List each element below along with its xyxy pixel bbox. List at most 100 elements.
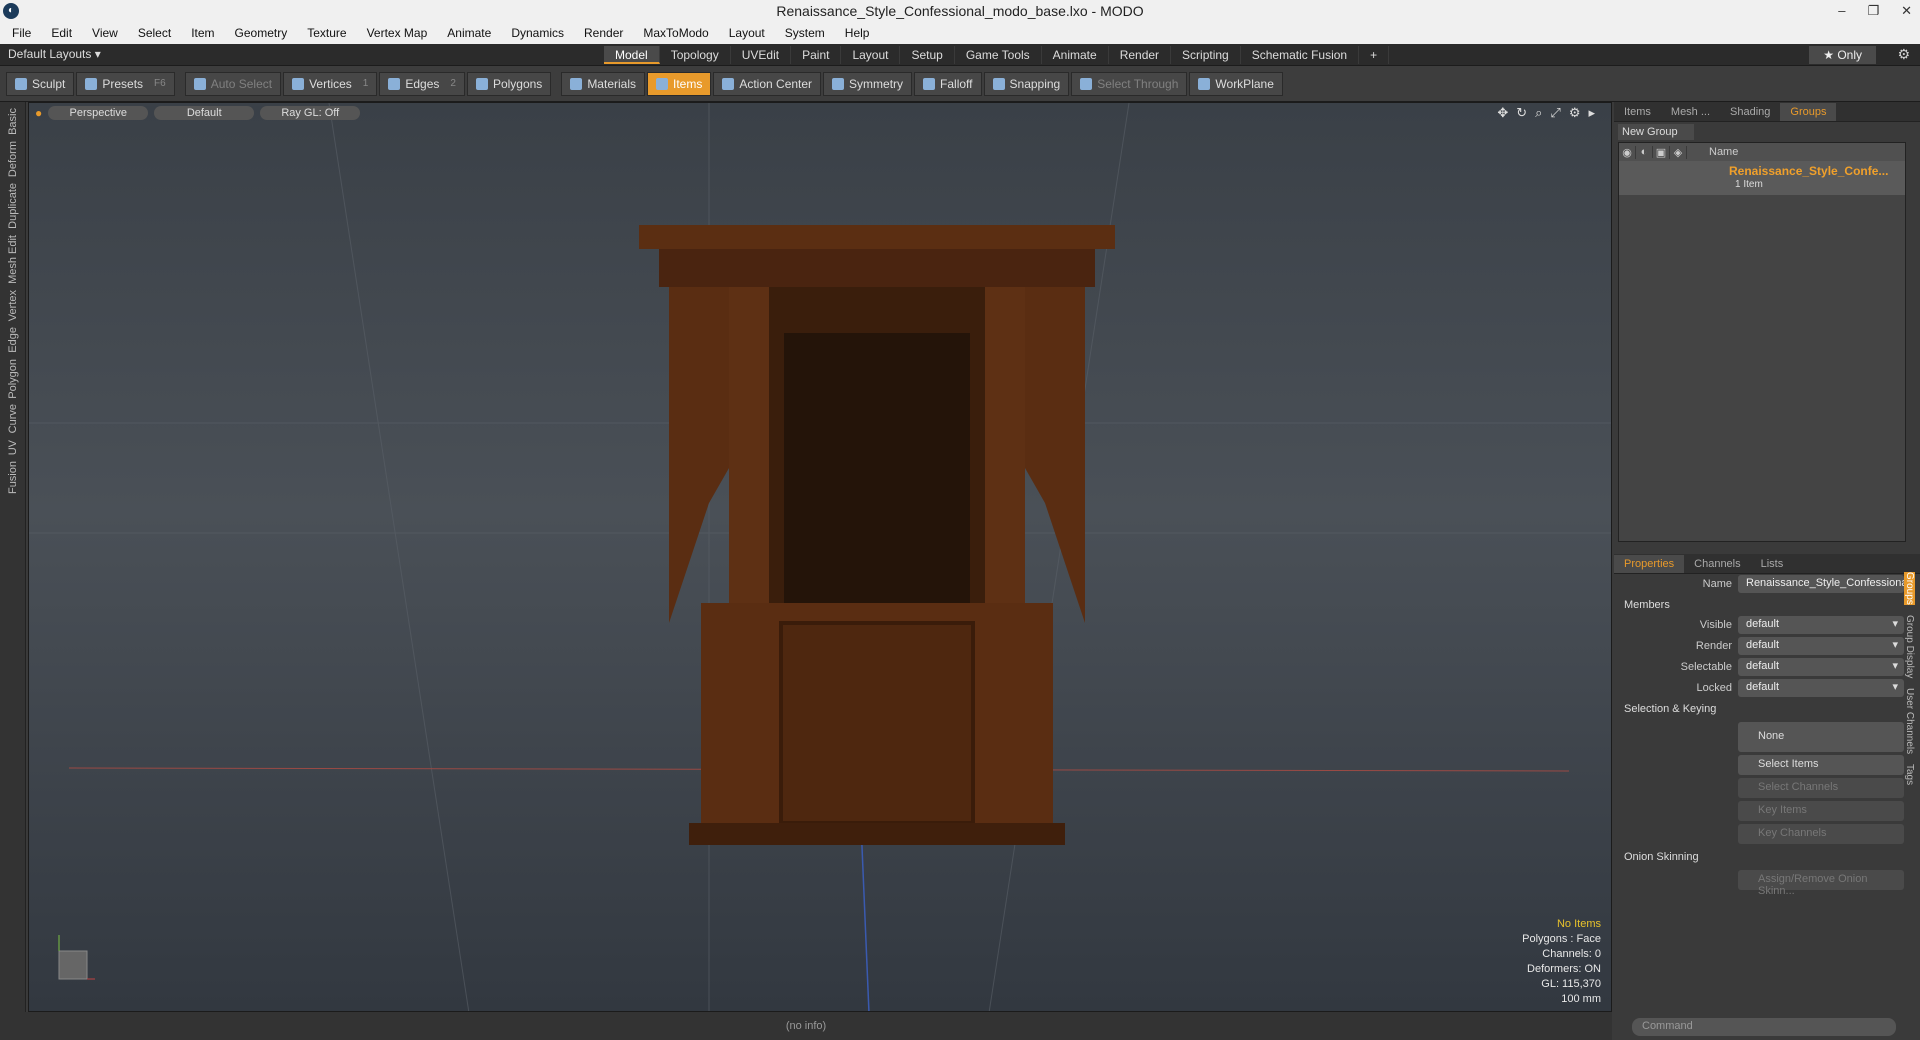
menu-layout[interactable]: Layout [729,26,765,40]
tab-curve[interactable]: Curve [7,404,19,433]
tab-channels[interactable]: Channels [1684,555,1750,573]
restore-icon[interactable]: ❐ [1867,0,1879,22]
sculpt-button[interactable]: Sculpt [6,71,75,96]
tab-mesh[interactable]: Mesh ... [1661,103,1720,121]
tab-items[interactable]: Items [1614,103,1661,121]
tab-edge[interactable]: Edge [7,327,19,353]
menu-render[interactable]: Render [584,26,623,40]
lock-icon[interactable]: ▣ [1653,145,1670,159]
side-tab-groups[interactable]: Groups [1904,572,1915,605]
tab-fusion[interactable]: Fusion [7,461,19,494]
menu-geometry[interactable]: Geometry [235,26,288,40]
polygons-button[interactable]: Polygons [466,71,552,96]
vertices-button[interactable]: Vertices 1 [283,71,378,96]
tab-animate[interactable]: Animate [1042,46,1109,64]
render-icon[interactable]: ◐ [1636,146,1653,158]
eye-icon[interactable]: ◉ [1619,145,1636,159]
select-icon[interactable]: ◈ [1670,145,1687,159]
3d-viewport[interactable]: ● Perspective Default Ray GL: Off ✥ ↻ ⌕ … [28,102,1612,1012]
tab-groups[interactable]: Groups [1780,102,1837,121]
menu-view[interactable]: View [92,26,118,40]
select-channels-button[interactable]: Select Channels [1738,778,1904,798]
menu-animate[interactable]: Animate [447,26,491,40]
render-dropdown[interactable]: default [1738,637,1904,655]
menu-dynamics[interactable]: Dynamics [511,26,564,40]
name-field[interactable]: Renaissance_Style_Confessional [1738,575,1910,593]
menu-system[interactable]: System [785,26,825,40]
none-button[interactable]: None [1738,722,1904,752]
tab-topology[interactable]: Topology [660,46,731,64]
tab-basic[interactable]: Basic [7,108,19,135]
viewport-settings-icon[interactable]: ⚙ [1569,105,1581,121]
onion-skinning-section[interactable]: Onion Skinning [1614,847,1920,867]
tab-game-tools[interactable]: Game Tools [955,46,1042,64]
key-channels-button[interactable]: Key Channels [1738,824,1904,844]
tab-deform[interactable]: Deform [7,141,19,177]
tab-lists[interactable]: Lists [1751,555,1794,573]
selection-keying-section[interactable]: Selection & Keying [1614,699,1920,719]
default-layouts-dropdown[interactable]: Default Layouts ▾ [8,47,101,61]
add-tab-button[interactable]: + [1359,46,1390,64]
only-toggle[interactable]: ★ Only [1809,46,1876,64]
edges-button[interactable]: Edges 2 [379,71,465,96]
assign-onion-button[interactable]: Assign/Remove Onion Skinn... [1738,870,1904,897]
expand-arrow-icon[interactable]: ▸ [1588,105,1595,121]
tab-setup[interactable]: Setup [900,46,955,64]
menu-help[interactable]: Help [845,26,870,40]
zoom-icon[interactable]: ⌕ [1535,105,1542,121]
raygl-toggle[interactable]: Ray GL: Off [260,106,361,120]
menu-select[interactable]: Select [138,26,171,40]
symmetry-button[interactable]: Symmetry [823,71,913,96]
materials-button[interactable]: Materials [561,71,645,96]
tab-schematic-fusion[interactable]: Schematic Fusion [1241,46,1360,64]
tab-render[interactable]: Render [1109,46,1172,64]
menu-file[interactable]: File [12,26,31,40]
tab-uv[interactable]: UV [7,440,19,455]
gear-icon[interactable]: ⚙ [1897,46,1910,63]
members-section[interactable]: Members [1614,595,1920,615]
menu-edit[interactable]: Edit [51,26,72,40]
minimize-icon[interactable]: – [1838,0,1845,22]
visible-dropdown[interactable]: default [1738,616,1904,634]
presets-button[interactable]: Presets F6 [76,71,175,96]
side-tab-tags[interactable]: Tags [1904,764,1915,785]
fit-icon[interactable]: ⤢ [1550,105,1560,121]
group-row[interactable]: Renaissance_Style_Confe... 1 Item [1619,161,1905,195]
key-items-button[interactable]: Key Items [1738,801,1904,821]
command-input[interactable]: Command [1632,1018,1896,1036]
tab-paint[interactable]: Paint [791,46,842,64]
menu-item[interactable]: Item [191,26,214,40]
close-icon[interactable]: ✕ [1901,0,1912,22]
auto-select-button[interactable]: Auto Select [184,71,282,96]
snapping-button[interactable]: Snapping [983,71,1070,96]
tab-vertex[interactable]: Vertex [7,290,19,321]
tab-shading[interactable]: Shading [1720,103,1780,121]
menu-texture[interactable]: Texture [307,26,346,40]
new-group-button[interactable]: New Group [1618,124,1694,140]
tab-polygon[interactable]: Polygon [7,359,19,399]
tab-properties[interactable]: Properties [1614,554,1685,573]
tab-scripting[interactable]: Scripting [1171,46,1241,64]
action-center-button[interactable]: Action Center [713,71,822,96]
tab-uvedit[interactable]: UVEdit [731,46,792,64]
select-through-button[interactable]: Select Through [1071,71,1188,96]
selectable-dropdown[interactable]: default [1738,658,1904,676]
items-button[interactable]: Items [647,71,712,96]
select-items-button[interactable]: Select Items [1738,755,1904,775]
tab-mesh-edit[interactable]: Mesh Edit [7,235,19,284]
menu-maxtomodo[interactable]: MaxToModo [643,26,708,40]
locked-dropdown[interactable]: default [1738,679,1904,697]
perspective-dropdown[interactable]: Perspective [48,106,149,120]
pan-icon[interactable]: ✥ [1497,105,1508,121]
falloff-button[interactable]: Falloff [914,71,982,96]
confessional-model[interactable] [639,225,1115,845]
side-tab-group-display[interactable]: Group Display [1904,615,1915,678]
tab-layout[interactable]: Layout [841,46,901,64]
tab-model[interactable]: Model [604,46,660,64]
shading-dropdown[interactable]: Default [154,106,255,120]
tab-duplicate[interactable]: Duplicate [7,183,19,229]
workplane-button[interactable]: WorkPlane [1189,71,1283,96]
menu-vertex-map[interactable]: Vertex Map [367,26,428,40]
side-tab-user-channels[interactable]: User Channels [1904,688,1915,754]
rotate-icon[interactable]: ↻ [1516,105,1527,121]
